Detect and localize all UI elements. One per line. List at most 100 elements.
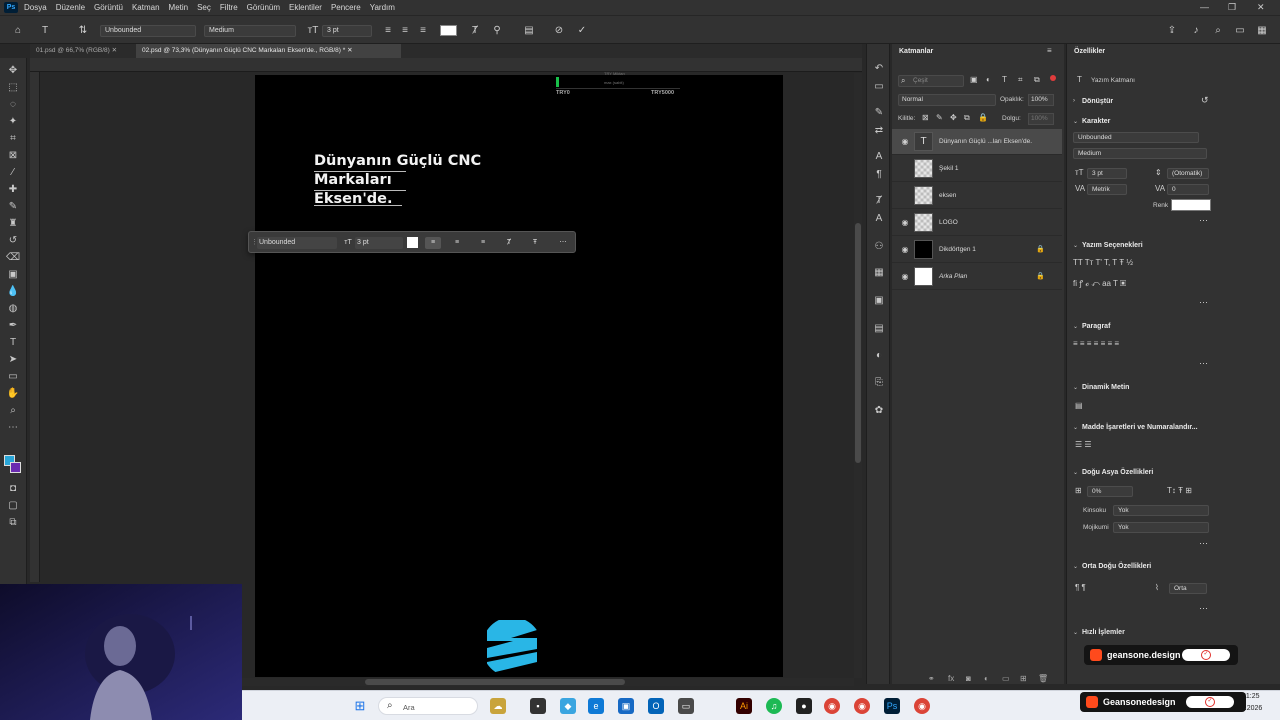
chevron-down-icon[interactable]: ⌄: [1073, 629, 1078, 636]
layer-row-logo[interactable]: ◉ LOGO: [892, 210, 1062, 236]
layer-row-arka-plan[interactable]: ◉ Arka Plan 🔒: [892, 264, 1062, 290]
menu-metin[interactable]: Metin: [169, 3, 189, 12]
char-styles-icon[interactable]: A: [872, 212, 886, 226]
menu-katman[interactable]: Katman: [132, 3, 160, 12]
share-icon[interactable]: ⇪: [1165, 24, 1179, 38]
char-leading-select[interactable]: (Otomatik): [1167, 168, 1209, 179]
floating-color-swatch[interactable]: [407, 237, 418, 248]
outlook-icon[interactable]: O: [648, 698, 664, 714]
filter-pixel-icon[interactable]: ▣: [970, 75, 978, 84]
crop-tool-icon[interactable]: ⌗: [6, 132, 20, 146]
gradient-tool-icon[interactable]: ▣: [6, 268, 20, 282]
comments-icon[interactable]: ▭: [872, 80, 886, 94]
color-icon[interactable]: ◐: [872, 349, 886, 363]
scroll-thumb[interactable]: [365, 679, 625, 685]
plugins-icon[interactable]: ✿: [872, 404, 886, 418]
char-kerning-select[interactable]: Metrik: [1087, 184, 1127, 195]
more-options-icon[interactable]: ⋯: [555, 237, 571, 249]
align-left-icon[interactable]: ≡: [381, 24, 395, 38]
move-tool-icon[interactable]: ✥: [6, 64, 20, 78]
font-style-select[interactable]: Medium: [204, 25, 296, 37]
close-icon[interactable]: ✕: [1257, 2, 1265, 13]
menu-dosya[interactable]: Dosya: [24, 3, 47, 12]
font-family-select[interactable]: Unbounded: [100, 25, 196, 37]
lasso-tool-icon[interactable]: ◌: [6, 98, 20, 112]
task-view-icon[interactable]: ▪: [530, 698, 546, 714]
close-tab-icon[interactable]: ✕: [112, 47, 117, 54]
layers-panel-title[interactable]: Katmanlar: [892, 44, 933, 60]
store-icon[interactable]: ▣: [618, 698, 634, 714]
group-icon[interactable]: ▭: [1002, 674, 1010, 683]
chevron-down-icon[interactable]: ⌄: [1073, 118, 1078, 125]
properties-panel-title[interactable]: Özellikler: [1067, 44, 1105, 60]
vertical-scrollbar[interactable]: [854, 73, 862, 678]
dynamic-text-section-title[interactable]: Dinamik Metin: [1082, 384, 1129, 391]
type-tool-icon[interactable]: T: [38, 24, 52, 38]
middle-east-select[interactable]: Orta: [1169, 583, 1207, 594]
headline-text[interactable]: Dünyanın Güçlü CNC Markaları Eksen'de.: [314, 152, 544, 209]
eye-icon[interactable]: ◉: [900, 272, 910, 282]
marquee-tool-icon[interactable]: ⬚: [6, 81, 20, 95]
more-options-icon[interactable]: ⋯: [1199, 538, 1208, 549]
eraser-tool-icon[interactable]: ⌫: [6, 251, 20, 265]
layer-mask-icon[interactable]: ◙: [966, 674, 971, 683]
close-tab-icon[interactable]: ✕: [347, 47, 352, 54]
eye-hidden-icon[interactable]: [900, 164, 910, 174]
paragraph-align-icons[interactable]: ≡ ≡ ≡ ≡ ≡ ≡ ≡: [1073, 339, 1119, 348]
layer-row-eksen[interactable]: eksen: [892, 183, 1062, 209]
lock-all-icon[interactable]: 🔒: [978, 113, 988, 122]
glyphs-icon[interactable]: Ⱦ: [872, 194, 886, 208]
chevron-down-icon[interactable]: ⌄: [1073, 469, 1078, 476]
swatches-icon[interactable]: ▣: [872, 294, 886, 308]
blend-mode-select[interactable]: Normal: [898, 94, 996, 106]
delete-layer-icon[interactable]: 🗑: [1038, 674, 1048, 683]
adjustments-icon[interactable]: ⇄: [872, 124, 886, 138]
type-tool-active-icon[interactable]: T: [6, 336, 20, 350]
weather-widget-icon[interactable]: ☁: [490, 698, 506, 714]
menu-eklentiler[interactable]: Eklentiler: [289, 3, 322, 12]
align-right-icon[interactable]: ≡: [416, 24, 430, 38]
3d-icon[interactable]: ▤: [522, 24, 536, 38]
photoshop-app-icon[interactable]: Ps: [4, 2, 18, 13]
healing-brush-tool-icon[interactable]: ✚: [6, 183, 20, 197]
char-style-select[interactable]: Medium: [1073, 148, 1207, 159]
typography-section-title[interactable]: Yazım Seçenekleri: [1082, 242, 1143, 249]
character-panel-icon[interactable]: ⚲: [490, 24, 504, 38]
dynamic-text-icon[interactable]: ▤: [1075, 401, 1083, 410]
chevron-down-icon[interactable]: ⌄: [1073, 563, 1078, 570]
object-select-tool-icon[interactable]: ✦: [6, 115, 20, 129]
char-color-swatch[interactable]: [1171, 199, 1211, 211]
chrome-icon[interactable]: ◉: [914, 698, 930, 714]
menu-yardim[interactable]: Yardım: [370, 3, 395, 12]
warp-text-icon[interactable]: Ⱦ: [501, 237, 517, 249]
photoshop-taskbar-icon[interactable]: Ps: [884, 698, 900, 714]
character-icon[interactable]: A: [872, 150, 886, 164]
frame-tool-icon[interactable]: ⊠: [6, 149, 20, 163]
fill-input[interactable]: 100%: [1028, 113, 1054, 125]
filter-toggle-icon[interactable]: [1050, 75, 1056, 81]
layer-style-icon[interactable]: fx: [948, 674, 954, 683]
panel-menu-icon[interactable]: ≡: [1047, 46, 1052, 55]
floating-size-select[interactable]: 3 pt: [355, 237, 403, 249]
warp-text-icon[interactable]: Ⱦ: [468, 24, 482, 38]
char-size-select[interactable]: 3 pt: [1087, 168, 1127, 179]
mojikumi-select[interactable]: Yok: [1113, 522, 1209, 533]
chevron-down-icon[interactable]: ⌄: [1073, 384, 1078, 391]
hand-tool-icon[interactable]: ✋: [6, 387, 20, 401]
bullets-section-title[interactable]: Madde İşaretleri ve Numaralandır...: [1082, 424, 1198, 431]
libraries-icon[interactable]: ⎘: [872, 376, 886, 390]
menu-gorunum[interactable]: Görünüm: [247, 3, 280, 12]
copilot-icon[interactable]: ◆: [560, 698, 576, 714]
explorer-icon[interactable]: ▭: [678, 698, 694, 714]
eye-icon[interactable]: ◉: [900, 245, 910, 255]
menu-sec[interactable]: Seç: [197, 3, 211, 12]
middle-east-section-title[interactable]: Orta Doğu Özellikleri: [1082, 563, 1151, 570]
chevron-down-icon[interactable]: ⌄: [1073, 242, 1078, 249]
chevron-down-icon[interactable]: ⌄: [1073, 424, 1078, 431]
bullet-list-icons[interactable]: ☰ ☰: [1075, 440, 1092, 449]
rectangle-tool-icon[interactable]: ▭: [6, 370, 20, 384]
edge-icon[interactable]: e: [588, 698, 604, 714]
brush-tool-icon[interactable]: ✎: [6, 200, 20, 214]
menu-filtre[interactable]: Filtre: [220, 3, 238, 12]
menu-duzenle[interactable]: Düzenle: [56, 3, 85, 12]
